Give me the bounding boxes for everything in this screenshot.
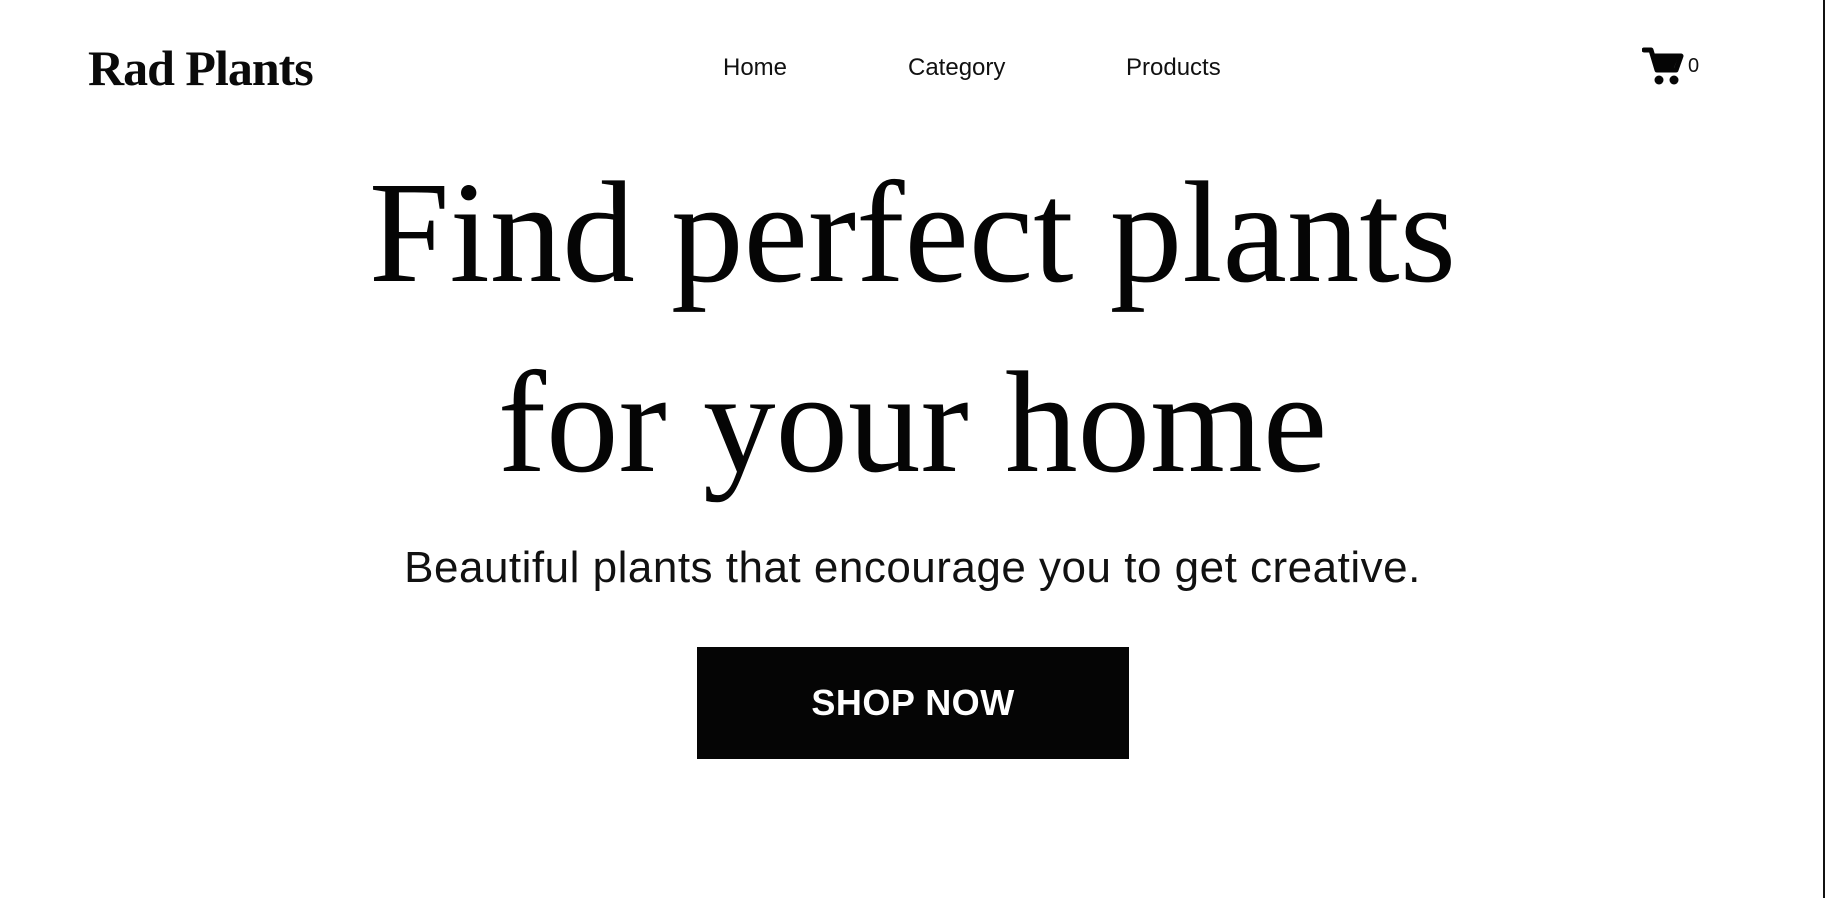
shopping-cart-icon [1642,47,1684,85]
nav-link-products[interactable]: Products [1126,52,1221,84]
nav-link-home[interactable]: Home [723,52,787,84]
hero-title-line-2: for your home [497,343,1328,503]
hero-title: Find perfect plants for your home [0,138,1825,518]
hero-title-line-1: Find perfect plants [368,153,1457,313]
cart-count-badge: 0 [1688,55,1700,77]
nav-link-category[interactable]: Category [908,52,1005,84]
brand-logo[interactable]: Rad Plants [88,38,314,98]
hero-subtitle: Beautiful plants that encourage you to g… [404,543,1421,592]
landing-page: Rad Plants Home Category Products 0 Find… [0,0,1825,898]
shop-now-button[interactable]: SHOP NOW [697,647,1129,759]
cart-button[interactable]: 0 [1642,44,1702,86]
top-navigation-bar: Rad Plants Home Category Products 0 [0,0,1823,140]
